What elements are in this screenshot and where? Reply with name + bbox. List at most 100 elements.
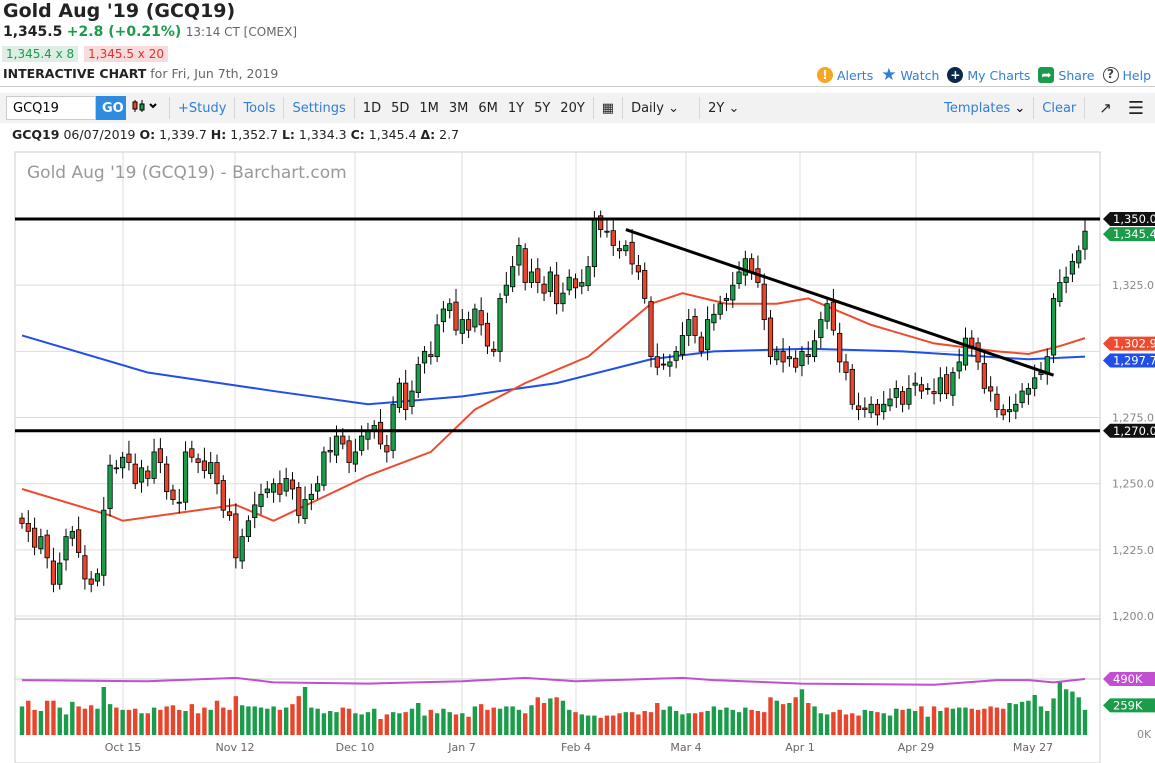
period-1y[interactable]: 1Y: [503, 101, 529, 116]
volume-bar: [208, 709, 213, 735]
volume-bar: [504, 706, 509, 735]
candle-body: [799, 350, 805, 367]
go-button[interactable]: GO: [96, 96, 126, 120]
candle: [591, 211, 597, 278]
candle: [434, 314, 440, 362]
help-link[interactable]: ? Help: [1102, 67, 1151, 83]
volume-bar: [296, 696, 301, 735]
candle: [554, 261, 560, 315]
candle-body: [302, 499, 308, 520]
candle: [642, 262, 648, 304]
volume-bar: [478, 704, 484, 735]
candle-body: [711, 313, 717, 324]
volume-bar: [359, 714, 364, 735]
candle: [610, 220, 616, 257]
candle-body: [377, 421, 384, 445]
period-3m[interactable]: 3M: [444, 101, 474, 116]
candle: [585, 256, 591, 291]
chart-type-dropdown[interactable]: [126, 99, 166, 117]
volume-bar: [743, 707, 748, 735]
candle: [176, 488, 182, 514]
alerts-link[interactable]: ! Alerts: [816, 67, 873, 83]
candle-body: [50, 560, 57, 585]
settings-button[interactable]: Settings: [287, 101, 350, 116]
x-tick-label: Jan 7: [447, 741, 475, 754]
volume-bar: [982, 708, 987, 735]
templates-dropdown[interactable]: Templates ⌄: [939, 101, 1030, 116]
candle: [352, 438, 358, 473]
candle: [566, 269, 572, 296]
candle-body: [818, 319, 824, 338]
candle: [805, 341, 811, 365]
candle: [428, 341, 434, 365]
candle-body: [428, 354, 434, 358]
candle: [1050, 293, 1057, 363]
grid: [14, 151, 1101, 763]
volume-bar: [1026, 700, 1031, 735]
candle-body: [113, 467, 119, 470]
chart-date: for Fri, Jun 7th, 2019: [150, 66, 279, 81]
candle-body: [541, 283, 547, 294]
candle: [195, 453, 201, 474]
chevron-down-icon: ⌄: [1014, 100, 1026, 116]
candle: [245, 515, 252, 542]
menu-icon[interactable]: ☰: [1123, 98, 1149, 119]
volume-bar: [460, 713, 465, 735]
candle-body: [503, 284, 509, 296]
candle: [937, 367, 943, 402]
period-1d[interactable]: 1D: [358, 101, 386, 116]
add-study-button[interactable]: +Study: [173, 101, 231, 116]
calendar-icon[interactable]: ▦: [597, 101, 619, 116]
candle: [899, 386, 906, 413]
share-link[interactable]: ➦ Share: [1038, 67, 1095, 83]
last-price: 1,345.5: [3, 24, 63, 40]
volume-bar: [636, 714, 641, 735]
bid-ask: 1,345.4 x 8 1,345.5 x 20: [2, 46, 168, 62]
period-5d[interactable]: 5D: [386, 101, 414, 116]
candle: [855, 392, 862, 421]
my-charts-link[interactable]: + My Charts: [947, 67, 1030, 83]
volume-bar: [82, 708, 88, 735]
candle-body: [749, 258, 755, 273]
candle: [277, 470, 283, 503]
volume-bar: [730, 709, 735, 735]
tools-button[interactable]: Tools: [238, 101, 280, 116]
candle-body: [38, 536, 44, 550]
symbol-input[interactable]: [6, 96, 96, 120]
candle: [679, 322, 686, 360]
candle: [635, 254, 642, 280]
volume-bar: [661, 709, 666, 735]
candle-body: [736, 271, 742, 284]
interval-dropdown[interactable]: Daily ⌄: [626, 101, 696, 116]
candle-body: [956, 361, 962, 372]
volume-bar: [441, 708, 446, 735]
volume-bar: [604, 715, 610, 735]
candle: [510, 256, 516, 293]
watch-link[interactable]: ★ Watch: [881, 65, 939, 85]
candle: [107, 454, 113, 517]
annotations: [15, 217, 1100, 433]
volume-bar: [472, 706, 478, 735]
volume-bar: [151, 707, 157, 735]
volume-bar: [774, 700, 779, 735]
period-5y[interactable]: 5Y: [529, 101, 555, 116]
chart-watermark-title: Gold Aug '19 (GCQ19) - Barchart.com: [27, 163, 347, 183]
volume-bar: [617, 713, 622, 735]
candles: [19, 210, 1088, 593]
period-20y[interactable]: 20Y: [555, 101, 589, 116]
candle: [962, 327, 969, 371]
period-6m[interactable]: 6M: [473, 101, 503, 116]
interactive-label: INTERACTIVE CHART: [3, 66, 147, 81]
candle-body: [1032, 377, 1038, 389]
candle: [440, 301, 447, 333]
range-dropdown[interactable]: 2Y ⌄: [703, 101, 753, 116]
candle: [50, 547, 57, 593]
watch-label: Watch: [900, 67, 940, 83]
period-1m[interactable]: 1M: [414, 101, 444, 116]
x-tick-label: Dec 10: [336, 741, 375, 754]
clear-button[interactable]: Clear: [1037, 101, 1081, 116]
price-chart[interactable]: Gold Aug '19 (GCQ19) - Barchart.com 1,20…: [0, 150, 1155, 763]
expand-icon[interactable]: ↗: [1094, 99, 1117, 117]
candlestick-icon: [132, 100, 157, 112]
volume-bar: [214, 700, 220, 735]
